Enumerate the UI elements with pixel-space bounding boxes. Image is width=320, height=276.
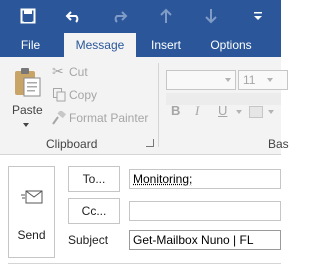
cut-label: Cut — [69, 65, 88, 79]
arrow-up-icon[interactable] — [155, 5, 177, 27]
to-field[interactable]: Monitoring; — [129, 169, 281, 189]
compose-area: Send To... Cc... Subject Monitoring; Get… — [0, 155, 281, 276]
message-body-divider — [8, 263, 281, 264]
chevron-down-icon — [267, 78, 273, 82]
tab-file[interactable]: File — [8, 33, 53, 57]
cc-button[interactable]: Cc... — [68, 198, 120, 224]
copy-icon — [53, 88, 66, 107]
group-separator — [158, 63, 159, 147]
font-size-value: 11 — [243, 73, 256, 87]
paste-icon — [14, 67, 42, 97]
redo-icon[interactable] — [108, 5, 130, 27]
clipboard-group-label: Clipboard — [46, 137, 98, 151]
save-icon[interactable] — [17, 5, 39, 27]
paste-button[interactable]: Paste — [6, 61, 48, 133]
italic-button[interactable]: I — [195, 103, 199, 119]
tab-options[interactable]: Options — [200, 33, 262, 57]
highlight-icon[interactable] — [249, 106, 263, 118]
font-name-combo[interactable] — [166, 70, 236, 90]
underline-button[interactable]: U — [218, 103, 227, 118]
paste-label: Paste — [12, 103, 43, 117]
bold-button[interactable]: B — [171, 103, 180, 118]
to-button[interactable]: To... — [68, 166, 120, 192]
send-label: Send — [17, 228, 46, 242]
send-button[interactable]: Send — [8, 166, 55, 258]
customize-toolbar-icon[interactable] — [247, 5, 269, 27]
paste-dropdown-icon[interactable] — [23, 123, 29, 127]
basic-text-group-label: Bas — [268, 137, 289, 151]
subject-field[interactable]: Get-Mailbox Nuno | FL — [129, 230, 281, 250]
send-icon — [21, 187, 43, 208]
recipient-chip[interactable]: Monitoring; — [133, 172, 192, 186]
cc-field[interactable] — [129, 201, 281, 221]
copy-label: Copy — [69, 88, 98, 102]
tab-insert[interactable]: Insert — [140, 33, 192, 57]
chevron-down-icon — [225, 78, 231, 82]
quick-access-toolbar — [0, 0, 281, 33]
cut-button[interactable]: ✂ Cut — [52, 63, 102, 81]
paintbrush-icon — [52, 109, 66, 130]
message-body[interactable] — [8, 265, 281, 276]
copy-button[interactable]: Copy — [52, 86, 107, 104]
scissors-icon: ✂ — [52, 63, 64, 79]
ribbon-tab-bar: File Message Insert Options — [0, 33, 281, 57]
tab-message[interactable]: Message — [64, 33, 136, 57]
chevron-down-icon[interactable] — [268, 110, 274, 114]
arrow-down-icon[interactable] — [200, 5, 222, 27]
clipboard-dialog-launcher-icon[interactable] — [146, 139, 154, 147]
undo-icon[interactable] — [63, 5, 85, 27]
format-painter-button[interactable]: Format Painter — [52, 109, 152, 127]
format-painter-label: Format Painter — [69, 111, 149, 125]
subject-label: Subject — [68, 233, 109, 247]
font-size-combo[interactable]: 11 — [238, 70, 288, 90]
chevron-down-icon[interactable] — [236, 110, 242, 114]
ribbon: Paste ✂ Cut Copy Format Painter Clipboar… — [0, 57, 289, 155]
